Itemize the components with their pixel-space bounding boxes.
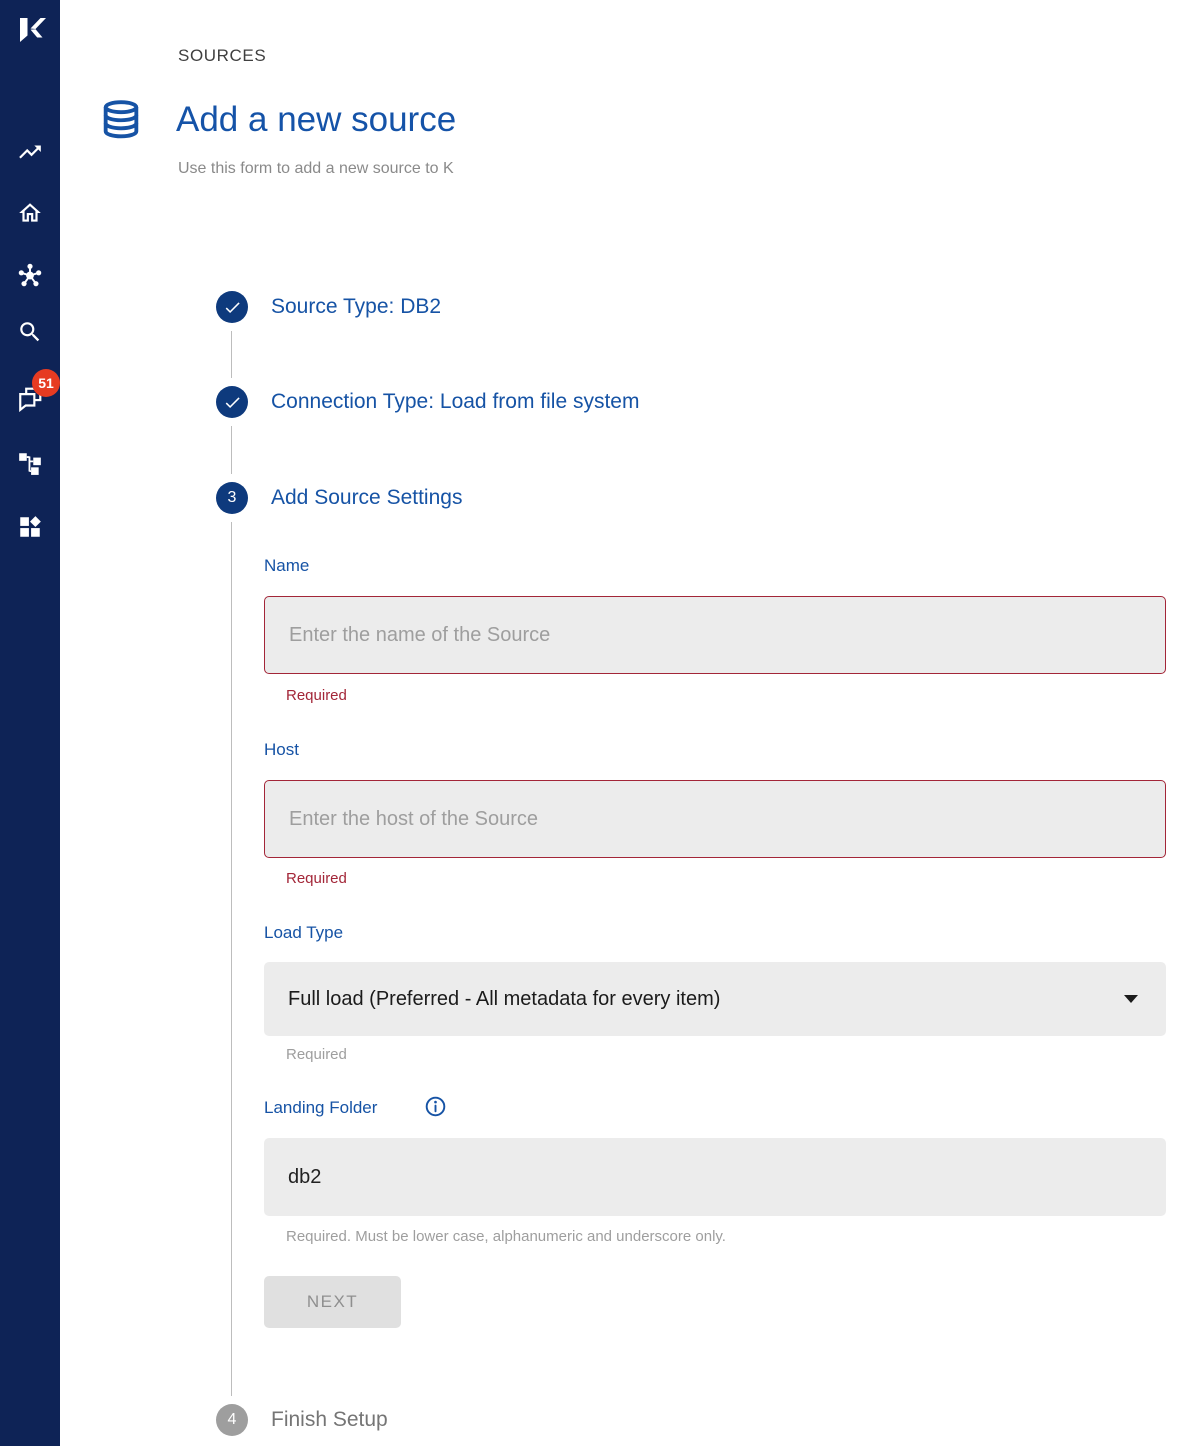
step-3-number: 3 xyxy=(228,489,237,507)
add-source-page: 51 SOURCES Add a new sour xyxy=(0,0,1194,1446)
trending-up-icon[interactable] xyxy=(17,139,43,165)
stepper-connector xyxy=(231,426,232,474)
name-field-label: Name xyxy=(264,556,309,576)
page-subtitle: Use this form to add a new source to K xyxy=(178,160,454,178)
database-icon xyxy=(98,97,144,145)
host-required-text: Required xyxy=(286,870,347,887)
name-required-text: Required xyxy=(286,687,347,704)
step-2-indicator xyxy=(216,386,248,418)
check-icon xyxy=(223,298,242,317)
info-icon[interactable] xyxy=(424,1095,447,1118)
load-type-label: Load Type xyxy=(264,923,343,943)
load-type-required-text: Required xyxy=(286,1046,347,1063)
landing-folder-label: Landing Folder xyxy=(264,1098,377,1118)
step-1-indicator xyxy=(216,291,248,323)
dashboard-icon[interactable] xyxy=(17,514,43,540)
step-4-number: 4 xyxy=(228,1411,237,1429)
home-icon[interactable] xyxy=(17,200,43,226)
breadcrumb: SOURCES xyxy=(178,46,266,66)
step-4-label: Finish Setup xyxy=(271,1408,388,1432)
search-icon[interactable] xyxy=(17,319,43,345)
stepper-connector xyxy=(231,331,232,378)
step-3-indicator: 3 xyxy=(216,482,248,514)
sidebar: 51 xyxy=(0,0,60,1446)
load-type-select[interactable]: Full load (Preferred - All metadata for … xyxy=(264,962,1166,1036)
step-3-label: Add Source Settings xyxy=(271,486,462,510)
notification-badge: 51 xyxy=(32,369,60,397)
name-input[interactable] xyxy=(264,596,1166,674)
check-icon xyxy=(223,393,242,412)
stepper-connector xyxy=(231,522,232,1396)
page-title: Add a new source xyxy=(176,100,456,140)
next-button[interactable]: NEXT xyxy=(264,1276,401,1328)
chevron-down-icon xyxy=(1124,995,1138,1003)
host-input[interactable] xyxy=(264,780,1166,858)
step-2-label: Connection Type: Load from file system xyxy=(271,390,639,414)
data-flow-icon[interactable] xyxy=(17,450,43,476)
step-1-label: Source Type: DB2 xyxy=(271,295,441,319)
host-field-label: Host xyxy=(264,740,299,760)
hub-icon[interactable] xyxy=(17,262,43,288)
load-type-value: Full load (Preferred - All metadata for … xyxy=(288,988,720,1011)
k-logo[interactable] xyxy=(12,12,48,48)
landing-folder-helper: Required. Must be lower case, alphanumer… xyxy=(286,1228,726,1245)
landing-folder-input[interactable] xyxy=(264,1138,1166,1216)
step-4-indicator: 4 xyxy=(216,1404,248,1436)
